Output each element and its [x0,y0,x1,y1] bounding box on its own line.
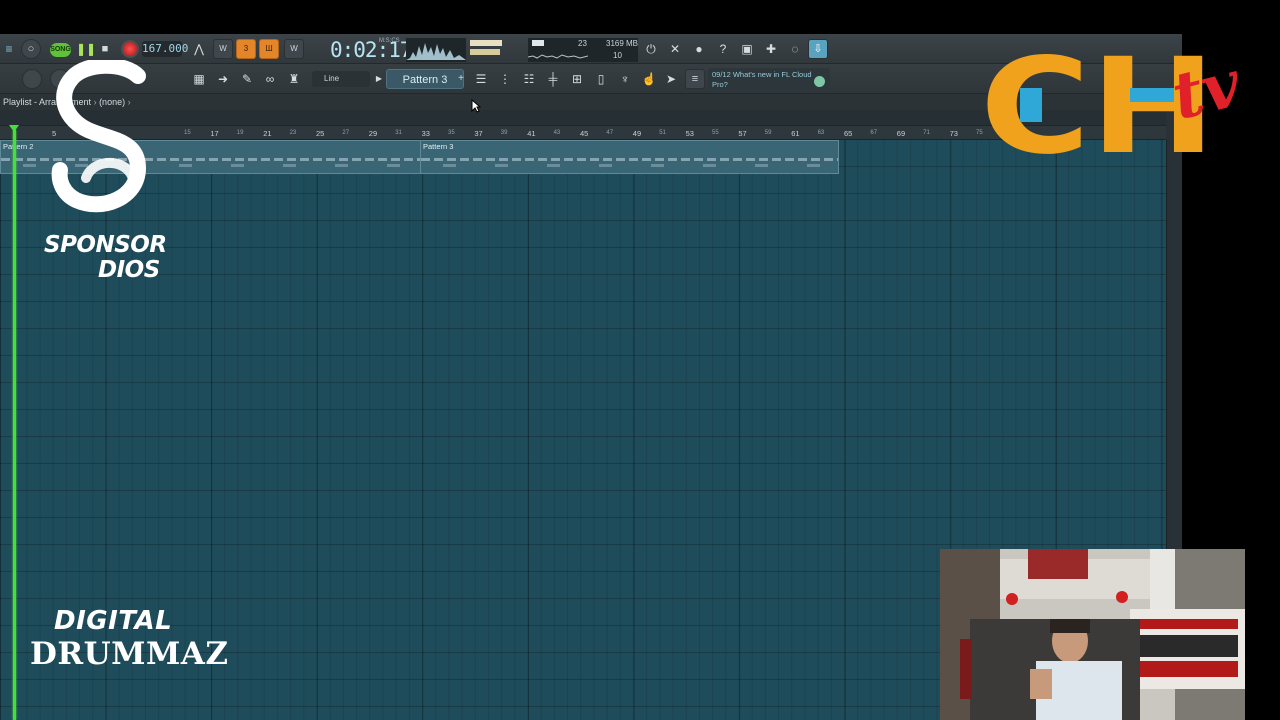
wait-for-input-icon[interactable]: W [213,39,233,59]
ruler-tick-label: 21 [263,129,272,138]
ruler-tick-label: 37 [474,129,483,138]
arrow-tool-icon[interactable]: ➜ [214,70,232,88]
cut-icon[interactable]: ✕ [666,40,684,58]
ruler-tick-label: 63 [817,130,825,136]
marker-icon[interactable]: ➤ [662,70,680,88]
waveform-graphic [406,43,466,60]
pat-song-toggle[interactable]: SONG [50,43,71,57]
peak-meter [470,40,502,58]
ruler-tick-label: 45 [580,129,589,138]
webcam-image [940,549,1245,720]
oscilloscope-panel [406,38,466,62]
plugin-icon[interactable]: ✚ [762,40,780,58]
cpu-value: 23 [578,39,587,48]
sponsor-s-logo-icon [51,60,147,213]
countdown-icon[interactable]: 3 [236,39,256,59]
clip-notes [421,153,838,173]
ruler-tick-label: 31 [395,130,402,136]
clip-label: Pattern 3 [423,142,454,151]
ruler-tick-label: 27 [342,130,350,136]
ruler-tick-label: 33 [421,129,430,138]
mixer-icon[interactable]: ☷ [520,70,538,88]
sponsor-subtext: DIOS [98,257,160,283]
brand-line-1: DIGITAL [54,606,173,636]
microphone-icon[interactable]: ● [690,40,708,58]
playlist-icon[interactable]: ☰ [472,70,490,88]
link-icon[interactable]: ∞ [261,70,279,88]
save-icon[interactable]: ▣ [738,40,756,58]
ruler-tick-label: 25 [316,129,325,138]
ruler-tick-label: 69 [896,129,906,138]
memory-value: 3169 MB [606,39,639,48]
ruler-tick-label: 55 [712,130,719,136]
clip-label: Pattern 2 [3,142,34,151]
ruler-tick-label: 65 [844,129,853,138]
ruler-tick-label: 51 [659,130,666,136]
brush-tool-icon[interactable]: ✎ [238,70,256,88]
step-edit-icon[interactable]: Ш [259,39,279,59]
ruler-tick-label: 47 [606,130,614,136]
ruler-tick-label: 49 [632,129,642,138]
ruler-tick-label: 67 [870,130,878,136]
loop-record-icon[interactable]: W [284,39,304,59]
fl-menu-icon[interactable]: ≡ [0,40,18,58]
ruler-tick-label: 29 [368,129,378,138]
pattern-clip[interactable]: Pattern 3 [420,140,839,174]
ruler-tick-label: 17 [210,129,219,138]
news-panel[interactable]: 09/12 What's new in FL Cloud Pro? [708,68,830,92]
metronome-dial-icon[interactable]: ○ [21,39,41,59]
webcam-feed [940,549,1245,720]
snap-select[interactable]: Line [312,71,370,87]
touch-icon[interactable]: ☝ [640,70,658,88]
metronome-icon[interactable]: ⋀ [190,40,208,58]
ruler-tick-label: 53 [685,129,694,138]
play-pause-button[interactable]: ❚❚ [76,40,96,58]
news-icon[interactable]: ≡ [685,69,705,89]
time-unit-label: M:S:CS [379,38,400,44]
help-icon[interactable]: ? [714,40,732,58]
download-icon[interactable]: ⇩ [808,39,828,59]
fader-icon[interactable]: ╪ [544,70,562,88]
ruler-tick-label: 71 [923,130,930,136]
ruler-tick-label: 73 [949,129,958,138]
sponsor-text: SPONSOR [44,232,167,258]
ruler-tick-label: 23 [289,130,297,136]
brand-line-2: DRUMMAZ [30,636,229,672]
record-button[interactable] [121,40,139,58]
ch-tv-logo-icon: CH tv [980,44,1249,160]
channel-rack-icon[interactable]: ⋮ [496,70,514,88]
stamp-icon[interactable]: ♜ [285,70,303,88]
ruler-tick-label: 35 [448,130,455,136]
ruler-tick-label: 19 [236,130,244,136]
piano-roll-icon[interactable]: ▦ [190,70,208,88]
tempo-display[interactable]: 167.000 [142,41,188,57]
add-pattern-icon[interactable]: + [452,70,470,88]
browser-icon[interactable]: ⊞ [568,70,586,88]
cpu-graph [528,54,588,59]
sponsor-logo: SPONSOR DIOS [36,60,167,290]
power-icon[interactable]: ⏻ [642,40,660,58]
globe-icon[interactable] [814,76,825,87]
playhead[interactable] [13,130,16,720]
polyphony-value: 10 [613,51,622,60]
ruler-tick-label: 43 [553,130,561,136]
ruler-tick-label: 57 [738,129,747,138]
chat-icon[interactable]: ◌ [786,40,804,58]
screen: ≡ ○ SONG ❚❚ ■ 167.000 ⋀ W 3 Ш W 0:02:17 … [0,0,1280,720]
mouse-cursor-icon [471,99,481,113]
ruler-tick-label: 15 [184,130,191,136]
ruler-tick-label: 61 [791,129,800,138]
plug-icon[interactable]: ♆ [616,70,634,88]
ruler-tick-label: 39 [500,130,508,136]
ruler-tick-label: 41 [527,129,536,138]
stop-button[interactable]: ■ [97,40,113,58]
ruler-tick-label: 59 [764,130,772,136]
file-icon[interactable]: ▯ [592,70,610,88]
